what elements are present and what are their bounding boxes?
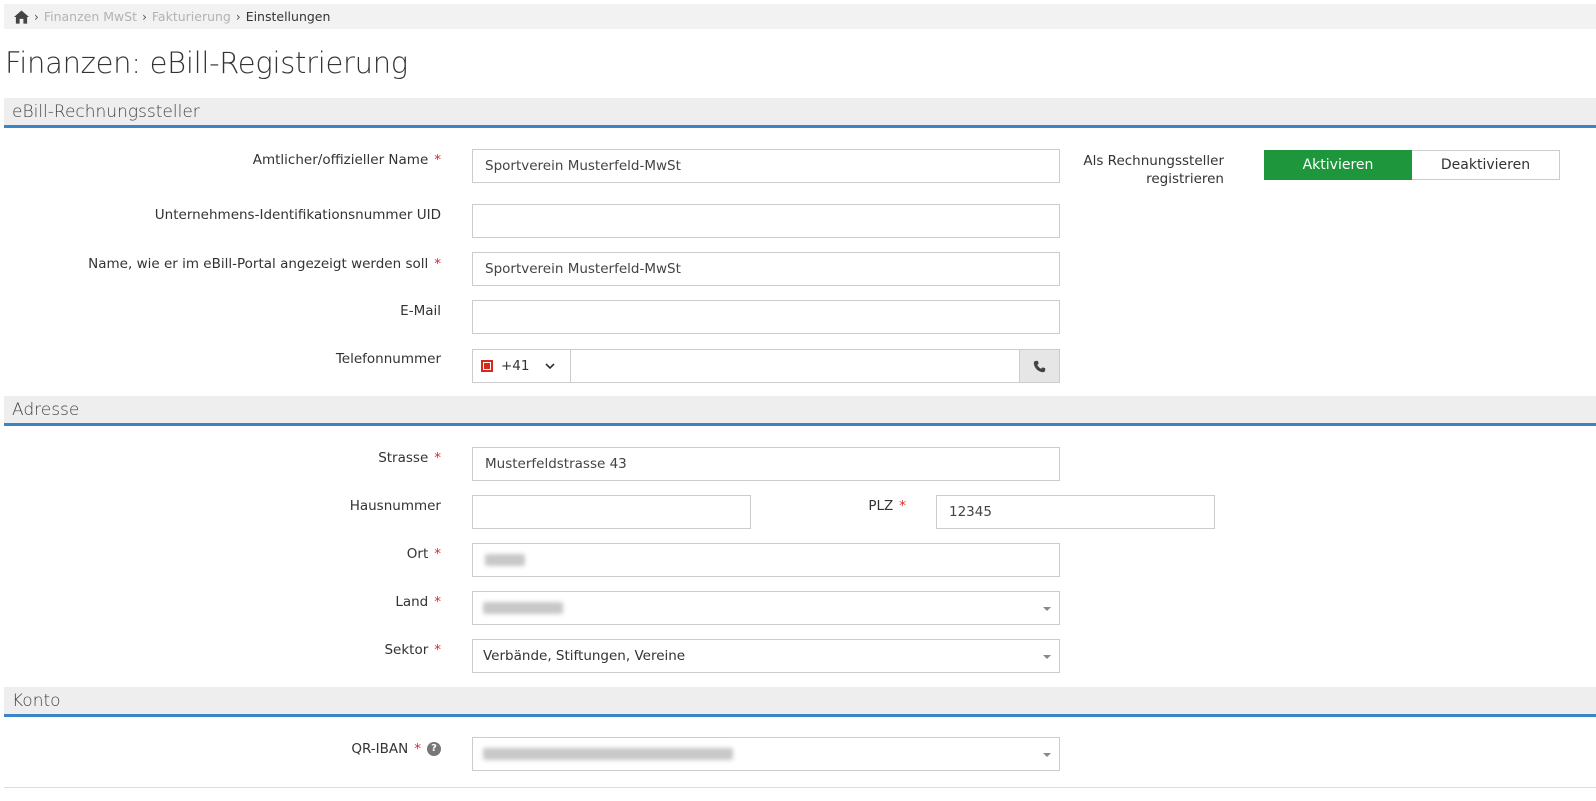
amtlicher-name-label: Amtlicher/offizieller Name * <box>252 152 441 168</box>
required-marker: * <box>434 256 441 272</box>
help-icon[interactable]: ? <box>427 742 441 756</box>
section-header-rechnungssteller: eBill-Rechnungssteller <box>4 98 1596 128</box>
plz-input[interactable]: 12345 <box>936 495 1215 529</box>
divider <box>4 787 1596 788</box>
deactivate-button[interactable]: Deaktivieren <box>1412 150 1560 180</box>
sektor-select[interactable]: Verbände, Stiftungen, Vereine <box>472 639 1060 673</box>
qr-iban-select[interactable] <box>472 737 1060 771</box>
swiss-flag-icon <box>481 360 493 372</box>
required-marker: * <box>434 152 441 168</box>
ort-label: Ort * <box>406 546 441 562</box>
caret-down-icon <box>1043 753 1051 757</box>
portal-name-input[interactable]: Sportverein Musterfeld-MwSt <box>472 252 1060 286</box>
activate-button[interactable]: Aktivieren <box>1264 150 1412 180</box>
required-marker: * <box>434 642 441 658</box>
sektor-label: Sektor * <box>384 642 441 658</box>
breadcrumb-current: Einstellungen <box>245 9 331 24</box>
strasse-input[interactable]: Musterfeldstrasse 43 <box>472 447 1060 481</box>
redacted-value <box>483 602 563 614</box>
required-marker: * <box>434 594 441 610</box>
required-marker: * <box>414 741 421 757</box>
email-input[interactable] <box>472 300 1060 334</box>
registration-toggle: Aktivieren Deaktivieren <box>1264 150 1560 180</box>
strasse-label: Strasse * <box>378 450 441 466</box>
land-select[interactable] <box>472 591 1060 625</box>
required-marker: * <box>434 450 441 466</box>
amtlicher-name-input[interactable]: Sportverein Musterfeld-MwSt <box>472 149 1060 183</box>
telefon-label: Telefonnummer <box>335 351 441 367</box>
caret-down-icon <box>1043 655 1051 659</box>
phone-call-button[interactable] <box>1020 349 1060 383</box>
chevron-right-icon: › <box>142 9 147 24</box>
section-header-adresse: Adresse <box>4 396 1596 426</box>
required-marker: * <box>899 498 906 514</box>
email-label: E-Mail <box>400 303 441 319</box>
country-code-value: +41 <box>501 358 530 374</box>
hausnummer-label: Hausnummer <box>349 498 441 514</box>
phone-icon <box>1033 360 1046 372</box>
qr-iban-label: QR-IBAN *? <box>351 740 441 758</box>
section-header-konto: Konto <box>4 687 1596 717</box>
chevron-right-icon: › <box>34 9 39 24</box>
hausnummer-input[interactable] <box>472 495 751 529</box>
breadcrumb-finanzen-mwst[interactable]: Finanzen MwSt <box>44 9 137 24</box>
home-icon[interactable] <box>14 9 29 24</box>
uid-input[interactable] <box>472 204 1060 238</box>
phone-input-group: +41 <box>472 349 1060 383</box>
redacted-value <box>485 554 525 566</box>
land-label: Land * <box>395 594 441 610</box>
phone-number-input[interactable] <box>571 349 1020 383</box>
required-marker: * <box>434 546 441 562</box>
portal-name-label: Name, wie er im eBill-Portal angezeigt w… <box>88 256 441 272</box>
chevron-down-icon <box>544 363 555 370</box>
registration-label: Als Rechnungssteller registrieren <box>1083 153 1224 187</box>
page-title: Finanzen: eBill-Registrierung <box>5 46 408 80</box>
redacted-value <box>483 748 733 760</box>
chevron-right-icon: › <box>235 9 241 24</box>
breadcrumb: › Finanzen MwSt › Fakturierung › Einstel… <box>4 4 1596 29</box>
caret-down-icon <box>1043 607 1051 611</box>
ort-input[interactable] <box>472 543 1060 577</box>
country-code-select[interactable]: +41 <box>472 349 571 383</box>
plz-label: PLZ * <box>868 498 906 514</box>
uid-label: Unternehmens-Identifikationsnummer UID <box>154 207 441 223</box>
breadcrumb-fakturierung[interactable]: Fakturierung <box>152 9 231 24</box>
